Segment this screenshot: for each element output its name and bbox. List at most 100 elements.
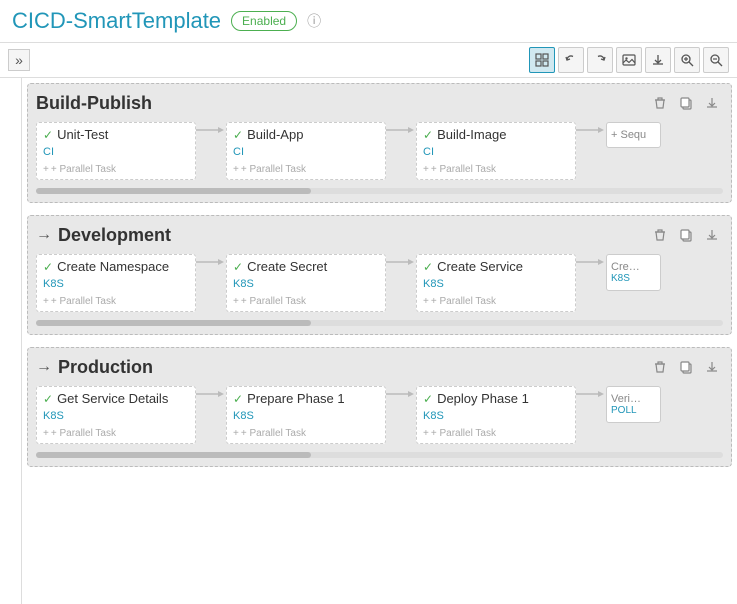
download-button[interactable] (645, 47, 671, 73)
task-name-prepare-phase: Prepare Phase 1 (247, 391, 345, 406)
task-name-create-secret: Create Secret (247, 259, 327, 274)
task-card-get-service-details[interactable]: ✓ Get Service Details K8S ++ Parallel Ta… (36, 386, 196, 444)
task-card-unit-test[interactable]: ✓ Unit-Test CI ++ Parallel Task (36, 122, 196, 180)
parallel-task-btn-build-app[interactable]: ++ Parallel Task (233, 164, 379, 175)
task-type-get-service-details: K8S (43, 410, 189, 422)
parallel-task-btn-get-service[interactable]: ++ Parallel Task (43, 428, 189, 439)
phase-build-publish-title: Build-Publish (36, 93, 649, 114)
zoom-out-button[interactable] (703, 47, 729, 73)
task-check-get-service-details: ✓ (43, 392, 53, 406)
phase-build-publish-delete[interactable] (649, 92, 671, 114)
task-check-build-image: ✓ (423, 128, 433, 142)
sidebar-toggle-button[interactable]: » (8, 49, 30, 71)
task-type-deploy-phase: K8S (423, 410, 569, 422)
phase-arrow-development: → (36, 226, 52, 244)
scroll-thumb-build-publish (36, 188, 311, 194)
app-header: CICD-SmartTemplate Enabled ⓘ (0, 0, 737, 43)
phase-arrow-production: → (36, 358, 52, 376)
copy-icon (679, 96, 693, 110)
task-check-create-secret: ✓ (233, 260, 243, 274)
trash-icon (653, 96, 667, 110)
phase-build-publish-copy[interactable] (675, 92, 697, 114)
phase-production-export[interactable] (701, 356, 723, 378)
task-name-create-namespace: Create Namespace (57, 259, 169, 274)
task-wrapper-deploy-phase: ✓ Deploy Phase 1 K8S ++ Parallel Task (416, 386, 576, 444)
redo-button[interactable] (587, 47, 613, 73)
task-card-dev-cutoff: Cre… K8S (606, 254, 661, 291)
task-check-prepare-phase: ✓ (233, 392, 243, 406)
phase-build-publish-export[interactable] (701, 92, 723, 114)
scroll-hint-development[interactable] (36, 320, 723, 326)
info-icon[interactable]: ⓘ (307, 11, 321, 31)
copy-icon (679, 360, 693, 374)
task-type-create-secret: K8S (233, 278, 379, 290)
task-type-create-service: K8S (423, 278, 569, 290)
task-card-build-image[interactable]: ✓ Build-Image CI ++ Parallel Task (416, 122, 576, 180)
phase-production-title: Production (58, 357, 649, 378)
task-wrapper-create-secret: ✓ Create Secret K8S ++ Parallel Task (226, 254, 386, 312)
enabled-badge[interactable]: Enabled (231, 11, 297, 31)
trash-icon (653, 360, 667, 374)
export-icon (705, 228, 719, 242)
task-wrapper-build-app: ✓ Build-App CI ++ Parallel Task (226, 122, 386, 180)
export-icon (705, 96, 719, 110)
undo-button[interactable] (558, 47, 584, 73)
connector-6 (576, 254, 606, 270)
phase-development-copy[interactable] (675, 224, 697, 246)
task-card-create-secret[interactable]: ✓ Create Secret K8S ++ Parallel Task (226, 254, 386, 312)
parallel-task-btn-prepare-phase[interactable]: ++ Parallel Task (233, 428, 379, 439)
task-wrapper-prepare-phase: ✓ Prepare Phase 1 K8S ++ Parallel Task (226, 386, 386, 444)
phase-development: → Development (27, 215, 732, 335)
task-check-build-app: ✓ (233, 128, 243, 142)
image-export-button[interactable] (616, 47, 642, 73)
task-wrapper-unit-test: ✓ Unit-Test CI ++ Parallel Task (36, 122, 196, 180)
parallel-task-btn-create-service[interactable]: ++ Parallel Task (423, 296, 569, 307)
zoom-in-button[interactable] (674, 47, 700, 73)
task-card-create-service[interactable]: ✓ Create Service K8S ++ Parallel Task (416, 254, 576, 312)
phase-development-export[interactable] (701, 224, 723, 246)
phase-development-title: Development (58, 225, 649, 246)
task-name-get-service-details: Get Service Details (57, 391, 168, 406)
zoom-out-icon (709, 53, 723, 67)
task-card-deploy-phase[interactable]: ✓ Deploy Phase 1 K8S ++ Parallel Task (416, 386, 576, 444)
scroll-hint-production[interactable] (36, 452, 723, 458)
parallel-task-btn-build-image[interactable]: ++ Parallel Task (423, 164, 569, 175)
task-card-create-namespace[interactable]: ✓ Create Namespace K8S ++ Parallel Task (36, 254, 196, 312)
task-card-prepare-phase[interactable]: ✓ Prepare Phase 1 K8S ++ Parallel Task (226, 386, 386, 444)
scroll-hint-build-publish[interactable] (36, 188, 723, 194)
task-name-build-image: Build-Image (437, 127, 506, 142)
connector-2 (386, 122, 416, 138)
scroll-thumb-production (36, 452, 311, 458)
task-check-create-namespace: ✓ (43, 260, 53, 274)
task-name-create-service: Create Service (437, 259, 523, 274)
parallel-task-btn-create-namespace[interactable]: ++ Parallel Task (43, 296, 189, 307)
grid-view-button[interactable] (529, 47, 555, 73)
zoom-in-icon (680, 53, 694, 67)
trash-icon (653, 228, 667, 242)
task-wrapper-create-service: ✓ Create Service K8S ++ Parallel Task (416, 254, 576, 312)
pipeline-canvas: Build-Publish (22, 78, 737, 604)
task-type-create-namespace: K8S (43, 278, 189, 290)
parallel-task-btn-unit-test[interactable]: ++ Parallel Task (43, 164, 189, 175)
scroll-thumb-development (36, 320, 311, 326)
phase-production-delete[interactable] (649, 356, 671, 378)
phase-build-publish: Build-Publish (27, 83, 732, 203)
parallel-task-btn-create-secret[interactable]: ++ Parallel Task (233, 296, 379, 307)
connector-7 (196, 386, 226, 402)
connector-3 (576, 122, 606, 138)
task-check-create-service: ✓ (423, 260, 433, 274)
connector-5 (386, 254, 416, 270)
development-tasks-row: ✓ Create Namespace K8S ++ Parallel Task (36, 254, 723, 312)
phase-production-copy[interactable] (675, 356, 697, 378)
parallel-task-btn-deploy-phase[interactable]: ++ Parallel Task (423, 428, 569, 439)
task-wrapper-build-image: ✓ Build-Image CI ++ Parallel Task (416, 122, 576, 180)
task-type-prepare-phase: K8S (233, 410, 379, 422)
phase-development-delete[interactable] (649, 224, 671, 246)
grid-icon (535, 53, 549, 67)
connector-4 (196, 254, 226, 270)
task-check-unit-test: ✓ (43, 128, 53, 142)
task-check-deploy-phase: ✓ (423, 392, 433, 406)
task-wrapper-get-service-details: ✓ Get Service Details K8S ++ Parallel Ta… (36, 386, 196, 444)
app-title: CICD-SmartTemplate (12, 8, 221, 34)
task-card-build-app[interactable]: ✓ Build-App CI ++ Parallel Task (226, 122, 386, 180)
